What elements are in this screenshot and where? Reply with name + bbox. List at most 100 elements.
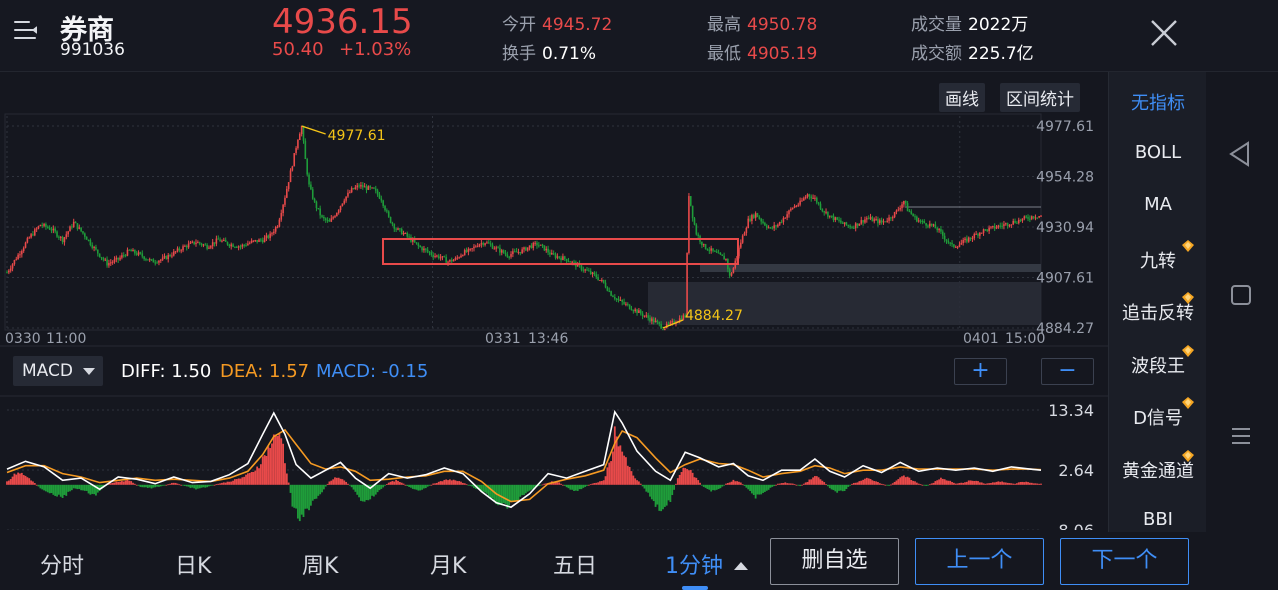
macd-bar [391,481,394,485]
macd-bar [117,481,120,485]
indicator-item[interactable]: MA [1109,194,1207,215]
macd-bar [888,484,890,486]
candle-body [549,252,551,255]
macd-bar [882,484,885,486]
macd-bar [819,479,822,485]
kline-chart[interactable]: 4977.61 4884.27 4977.61 4954.28 4930.94 4907… [0,72,1108,530]
macd-bar [1027,482,1029,485]
indicator-item[interactable]: 无指标 [1109,89,1207,115]
kline-svg[interactable]: 4977.61 4884.27 4977.61 4954.28 4930.94 4907… [0,72,1108,530]
macd-bar [826,484,829,487]
macd-bar [877,482,879,485]
candle-body [841,222,844,224]
macd-bar [1003,482,1005,485]
candle-body [293,153,296,167]
candle-body [591,272,594,274]
recents-icon[interactable] [1230,426,1252,446]
macd-bar [832,484,835,491]
candle-body [977,233,979,236]
candle-body [319,208,321,216]
macd-bar [278,434,281,485]
candle-body [171,255,173,257]
macd-bar [208,484,210,487]
macd-bar [587,484,590,486]
candle-body [660,323,662,329]
macd-bar [400,482,403,485]
candle-body [543,245,546,251]
macd-bar [860,480,863,485]
macd-bar [893,481,896,485]
candle-body [402,232,405,235]
candle-body [161,257,164,260]
remove-watchlist-button[interactable]: 删自选 [770,538,899,585]
quote-header: 券商 991036 4936.15 50.40 +1.03% 今开 4945.72… [0,0,1278,72]
menu-icon[interactable] [14,18,40,42]
macd-bar [434,483,436,485]
back-icon[interactable] [1228,141,1252,167]
indicator-item[interactable]: BOLL [1109,142,1207,163]
candle-body [495,247,498,249]
macd-selector[interactable]: MACD [13,356,103,386]
candle-body [484,243,486,245]
indicator-item[interactable]: BBI [1109,509,1207,530]
zoom-out-button[interactable]: − [1041,358,1094,385]
macd-bar [382,484,385,488]
candle-body [752,215,755,218]
candle-body [602,279,605,283]
macd-bar [7,480,10,485]
candle-body [397,228,399,230]
tab-five-day[interactable]: 五日 [553,548,597,580]
candle-body [999,225,1002,227]
macd-histogram [6,426,1042,522]
candle-body [814,197,816,199]
draw-line-button[interactable]: 画线 [939,83,985,112]
home-icon[interactable] [1230,284,1252,306]
candle-body [601,279,603,281]
tab-daily[interactable]: 日K [175,548,211,580]
candle-body [882,221,885,223]
tab-weekly[interactable]: 周K [302,548,338,580]
candle-body [278,219,281,227]
candle-body [980,232,983,234]
macd-bar [899,477,902,485]
macd-bar [802,483,805,485]
candle-body [610,291,612,296]
macd-bar [293,484,296,508]
candle-body [300,125,303,135]
candle-body [502,250,505,254]
macd-bar [949,480,952,485]
candle-body [223,239,225,241]
next-button[interactable]: 下一个 [1060,538,1189,585]
previous-button[interactable]: 上一个 [915,538,1044,585]
macd-bar [591,483,594,485]
macd-bar [226,481,229,485]
zoom-in-button[interactable]: + [954,358,1007,385]
macd-bar [354,484,357,492]
candle-body [437,255,440,259]
candle-body [45,223,47,227]
macd-bar [517,484,520,501]
range-stats-button[interactable]: 区间统计 [1000,83,1080,112]
candle-body [1021,218,1024,221]
macd-bar [695,477,698,485]
stat-volume: 成交量 2022万 [911,15,1029,35]
tab-one-minute[interactable]: 1分钟 [665,548,748,580]
candle-body [93,247,95,249]
candle-body [447,261,449,263]
y-tick-label: 4954.28 [1036,169,1094,185]
tab-intraday[interactable]: 分时 [40,548,84,580]
candle-body [373,187,375,189]
macd-bar [321,484,323,493]
candle-body [265,235,268,238]
candle-body [54,228,56,232]
macd-bar [623,455,625,485]
candle-body [562,256,564,261]
close-icon[interactable] [1148,17,1180,49]
candle-body [147,259,149,261]
candle-body [308,174,310,185]
tab-monthly[interactable]: 月K [430,548,466,580]
candle-body [986,229,989,232]
candle-body [473,246,475,249]
x-tick-label: 13:46 [528,331,568,347]
candle-body [134,249,136,254]
